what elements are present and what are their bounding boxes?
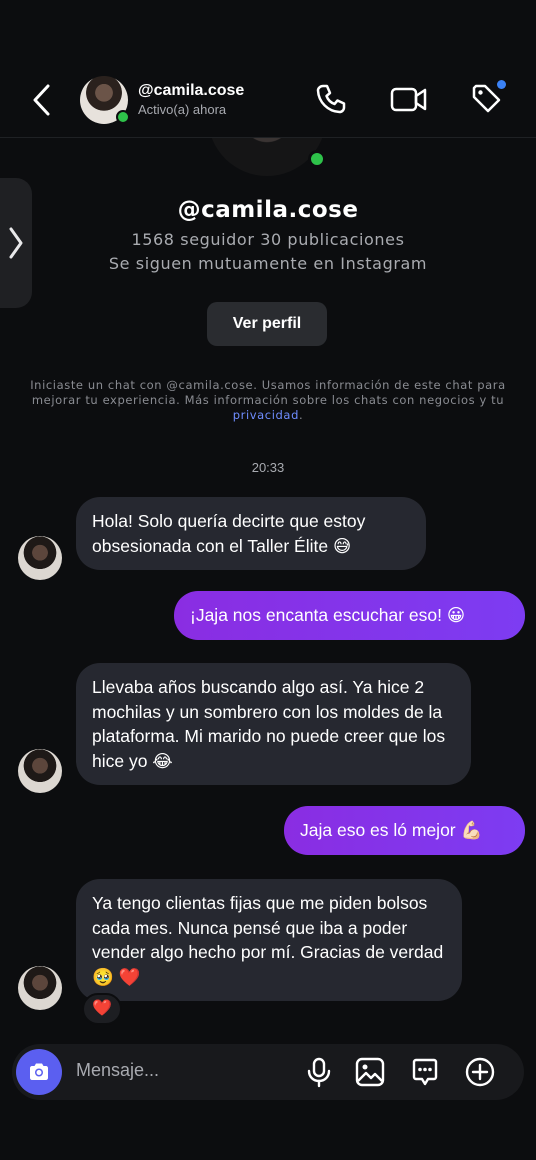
back-arrow-icon <box>33 84 50 116</box>
message-bubble-incoming[interactable]: Llevaba años buscando algo así. Ya hice … <box>76 663 471 785</box>
profile-mutual-follow: Se siguen mutuamente en Instagram <box>108 254 428 273</box>
business-chat-disclaimer: Iniciaste un chat con @camila.cose. Usam… <box>16 378 520 423</box>
message-bubble-outgoing[interactable]: Jaja eso es ló mejor 💪🏻 <box>284 806 525 855</box>
sender-avatar[interactable] <box>18 966 62 1010</box>
message-bubble-incoming[interactable]: Hola! Solo quería decirte que estoy obse… <box>76 497 426 570</box>
gallery-button[interactable] <box>354 1056 386 1088</box>
chevron-right-icon <box>9 227 23 259</box>
view-profile-button[interactable]: Ver perfil <box>207 302 327 346</box>
message-bubble-outgoing[interactable]: ¡Jaja nos encanta escuchar eso! 😀 <box>174 591 525 640</box>
header-username[interactable]: @camila.cose <box>138 82 244 100</box>
profile-online-indicator <box>308 150 326 168</box>
profile-username: @camila.cose <box>177 197 359 223</box>
side-panel-handle[interactable] <box>0 178 32 308</box>
camera-button[interactable] <box>16 1049 62 1095</box>
disclaimer-text: Iniciaste un chat con @camila.cose. Usam… <box>30 378 506 407</box>
label-button[interactable] <box>470 80 506 116</box>
chat-header: @camila.cose Activo(a) ahora <box>0 60 536 138</box>
message-composer <box>12 1044 524 1100</box>
sender-avatar[interactable] <box>18 536 62 580</box>
header-avatar[interactable] <box>80 76 130 124</box>
profile-stats: 1568 seguidor 30 publicaciones <box>131 230 405 249</box>
plus-circle-icon <box>465 1057 495 1087</box>
message-dots-icon <box>412 1058 438 1086</box>
sender-avatar[interactable] <box>18 749 62 793</box>
notification-dot <box>497 80 506 89</box>
online-indicator <box>116 110 130 124</box>
message-reaction[interactable]: ❤️ <box>82 993 122 1025</box>
more-options-button[interactable] <box>464 1056 496 1088</box>
video-call-button[interactable] <box>390 82 427 116</box>
phone-icon <box>316 84 346 114</box>
quick-replies-button[interactable] <box>409 1056 441 1088</box>
image-icon <box>355 1057 385 1087</box>
message-input[interactable] <box>76 1060 276 1081</box>
message-bubble-incoming[interactable]: Ya tengo clientas fijas que me piden bol… <box>76 879 462 1001</box>
privacy-link[interactable]: privacidad <box>233 408 299 422</box>
audio-call-button[interactable] <box>314 82 348 116</box>
microphone-icon <box>307 1057 331 1088</box>
disclaimer-tail: . <box>298 408 304 422</box>
video-camera-icon <box>390 87 427 112</box>
header-status: Activo(a) ahora <box>138 102 227 117</box>
message-timestamp: 20:33 <box>251 460 285 475</box>
back-button[interactable] <box>28 82 56 118</box>
voice-message-button[interactable] <box>303 1056 335 1088</box>
camera-icon <box>30 1063 48 1080</box>
